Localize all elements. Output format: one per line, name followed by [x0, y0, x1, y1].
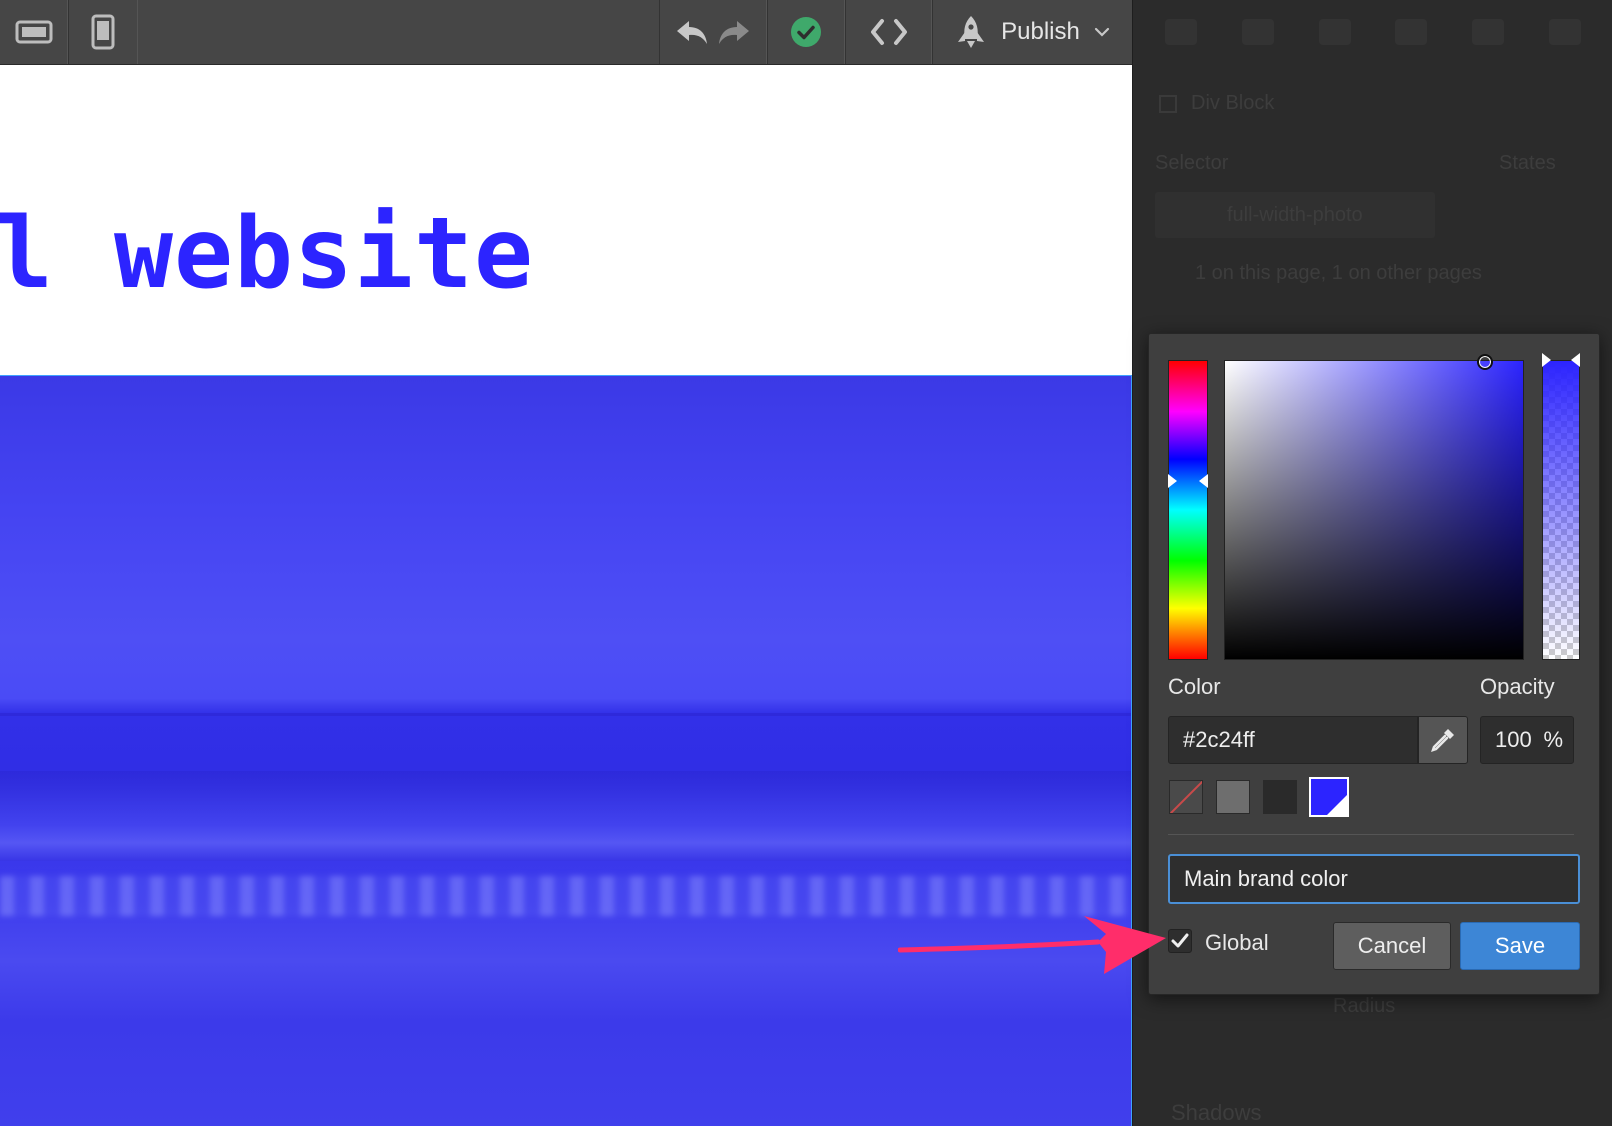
rocket-icon	[958, 16, 985, 48]
interactions-tab-bolt-icon[interactable]	[1471, 19, 1504, 45]
opacity-slider[interactable]	[1542, 353, 1580, 660]
full-width-photo-section[interactable]	[0, 375, 1132, 1126]
hue-slider-handle-right[interactable]	[1199, 474, 1208, 488]
opacity-unit: %	[1543, 727, 1563, 752]
site-status-button[interactable]	[767, 0, 845, 64]
status-check-icon	[791, 17, 821, 47]
code-icon	[870, 19, 907, 45]
navigator-tab-layers-icon[interactable]	[1318, 19, 1351, 45]
undo-icon[interactable]	[675, 18, 709, 46]
selector-usage-count: 1 on this page, 1 on other pages	[1195, 262, 1482, 284]
mobile-view-icon	[91, 14, 115, 50]
states-dropdown[interactable]: States	[1499, 152, 1556, 175]
eyedropper-button[interactable]	[1418, 716, 1468, 764]
global-label[interactable]: Global	[1205, 930, 1269, 956]
publish-label: Publish	[1001, 18, 1080, 45]
color-name-input[interactable]	[1168, 854, 1580, 904]
mobile-view-button[interactable]	[68, 0, 138, 64]
opacity-input[interactable]: 100 %	[1480, 716, 1574, 764]
chevron-down-icon[interactable]	[1094, 27, 1110, 37]
saturation-value-square[interactable]	[1224, 354, 1524, 660]
selector-label: Selector	[1155, 152, 1229, 174]
checkmark-icon	[1171, 933, 1189, 948]
redo-icon[interactable]	[717, 18, 751, 46]
swatch-main-brand-color[interactable]	[1309, 777, 1349, 817]
desktop-view-button[interactable]	[0, 0, 68, 64]
swatch-no-color[interactable]	[1169, 780, 1203, 814]
divider	[1168, 834, 1574, 835]
cancel-button[interactable]: Cancel	[1333, 922, 1451, 970]
style-tab-brush-icon[interactable]	[1165, 19, 1198, 45]
history-controls	[659, 0, 767, 64]
surf-foam	[0, 876, 1131, 916]
symbols-tab-icon[interactable]	[1395, 19, 1428, 45]
global-checkbox[interactable]	[1168, 929, 1192, 953]
horizon-line	[0, 713, 1131, 716]
div-block-icon	[1159, 95, 1177, 113]
wave-band	[0, 771, 1131, 861]
desktop-view-icon	[15, 20, 52, 44]
swatch-dark-gray[interactable]	[1263, 780, 1297, 814]
assets-tab-image-icon[interactable]	[1548, 19, 1581, 45]
color-label: Color	[1168, 674, 1221, 699]
radius-label: Radius	[1333, 995, 1396, 1017]
opacity-slider-handle-right[interactable]	[1571, 353, 1580, 367]
opacity-label: Opacity	[1480, 674, 1555, 699]
page-heading[interactable]: l website	[0, 197, 534, 311]
export-code-button[interactable]	[845, 0, 932, 64]
panel-tabs	[1133, 0, 1612, 64]
swatch-gray[interactable]	[1216, 780, 1250, 814]
publish-button[interactable]: Publish	[932, 0, 1132, 64]
opacity-value[interactable]: 100	[1495, 727, 1532, 753]
canvas-heading-section[interactable]: l website	[0, 65, 1132, 375]
color-picker-popup: Color Opacity 100 % Global Cancel Save	[1148, 333, 1600, 995]
hue-slider-handle-left[interactable]	[1168, 474, 1177, 488]
designer-toolbar: Publish	[0, 0, 1132, 65]
hex-color-input[interactable]	[1168, 716, 1418, 764]
shadows-section-header[interactable]: Shadows	[1171, 1100, 1262, 1126]
eyedropper-icon	[1431, 729, 1454, 752]
save-button[interactable]: Save	[1460, 922, 1580, 970]
selector-class-tag[interactable]: full-width-photo	[1227, 204, 1363, 227]
element-type-label: Div Block	[1191, 92, 1275, 114]
opacity-slider-handle-left[interactable]	[1542, 353, 1551, 367]
settings-tab-gear-icon[interactable]	[1241, 19, 1274, 45]
saturation-value-handle[interactable]	[1477, 354, 1493, 370]
hue-slider[interactable]	[1168, 360, 1208, 660]
